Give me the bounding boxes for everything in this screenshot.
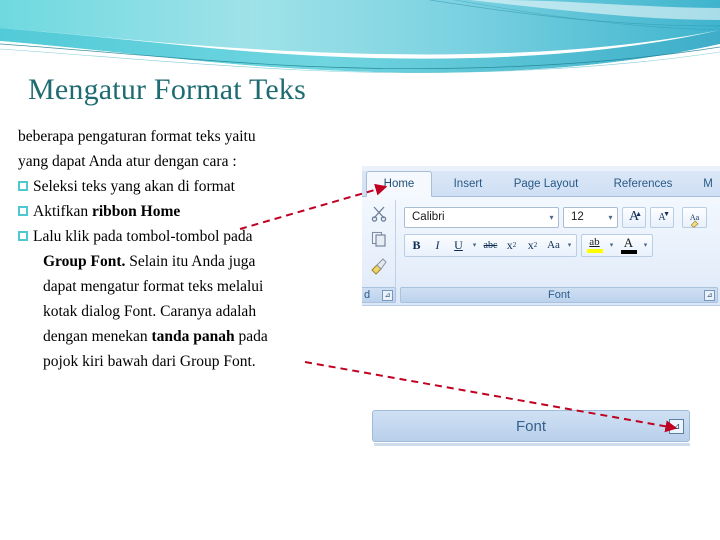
- shrink-font-button[interactable]: A ▼: [650, 206, 674, 228]
- change-case-dropdown-icon[interactable]: ▾: [564, 235, 575, 256]
- chevron-down-icon[interactable]: ▾: [604, 213, 617, 222]
- bullet-square-icon: [18, 231, 28, 241]
- font-group-row-1: Calibri ▾ 12 ▾ A ▲ A ▼ Aa: [404, 205, 707, 229]
- slide-title: Mengatur Format Teks: [28, 73, 306, 106]
- tab-page-layout[interactable]: Page Layout: [502, 171, 590, 197]
- down-caret-icon: ▼: [663, 209, 670, 218]
- tab-mailings[interactable]: M: [696, 171, 720, 197]
- tab-home[interactable]: Home: [366, 171, 432, 197]
- bullet-2-label: Aktifkan ribbon Home: [33, 199, 366, 224]
- italic-button[interactable]: I: [427, 235, 448, 256]
- callout-shadow: [374, 443, 690, 446]
- slide: Mengatur Format Teks beberapa pengaturan…: [0, 0, 720, 540]
- group-caption-row: d ⊿ Font ⊿: [362, 286, 720, 303]
- subscript-index: 2: [512, 241, 517, 249]
- grow-font-button[interactable]: A ▲: [622, 206, 646, 228]
- cont-4-before: dengan menekan: [43, 328, 152, 345]
- bullet-2-bold: ribbon Home: [91, 203, 181, 220]
- font-style-button-box: B I U ▾ abc x2 x2 Aa ▾: [404, 233, 577, 257]
- font-dialog-launcher-icon[interactable]: ⊿: [704, 290, 715, 301]
- clipboard-dialog-launcher-icon[interactable]: ⊿: [382, 290, 393, 301]
- underline-button[interactable]: U: [448, 235, 469, 256]
- cont-4-rest: pada: [234, 328, 268, 345]
- up-caret-icon: ▲: [635, 209, 642, 218]
- paintbrush-icon[interactable]: [370, 257, 388, 275]
- group-font-bold: Group Font.: [43, 253, 126, 270]
- font-color-swatch: [620, 249, 637, 254]
- superscript-index: 2: [533, 241, 538, 249]
- bullet-3-label: Lalu klik pada tombol-tombol pada: [33, 228, 253, 245]
- bullet-3-cont-line-5: pojok kiri bawah dari Group Font.: [43, 353, 256, 370]
- font-group-row-2: B I U ▾ abc x2 x2 Aa ▾ ab ▾ A ▾: [404, 233, 653, 257]
- clipboard-group-caption: d ⊿: [362, 287, 396, 303]
- font-group-label: Font: [547, 289, 570, 301]
- bullet-item-3: Lalu klik pada tombol-tombol pada: [18, 224, 366, 249]
- font-group-caption: Font ⊿: [400, 287, 718, 303]
- strikethrough-button[interactable]: abc: [480, 235, 501, 256]
- font-color-button[interactable]: A: [617, 235, 640, 256]
- ribbon-body: Calibri ▾ 12 ▾ A ▲ A ▼ Aa B I U ▾ abc x …: [362, 197, 720, 306]
- font-group-caption-magnified: Font ⊿: [372, 410, 690, 442]
- bullet-3-cont-line-3: kotak dialog Font. Caranya adalah: [43, 303, 257, 320]
- chevron-down-icon[interactable]: ▾: [545, 213, 558, 222]
- copy-icon[interactable]: [370, 230, 388, 248]
- bullet-square-icon: [18, 181, 28, 191]
- subscript-button[interactable]: x2: [501, 235, 522, 256]
- slide-body: beberapa pengaturan format teks yaitu ya…: [18, 124, 366, 374]
- font-name-value: Calibri: [412, 211, 445, 223]
- clear-formatting-button[interactable]: Aa: [682, 206, 707, 228]
- bullet-square-icon: [18, 206, 28, 216]
- bullet-2-text-before: Aktifkan: [33, 203, 92, 220]
- bullet-1-label: Seleksi teks yang akan di format: [33, 178, 235, 195]
- font-name-combo[interactable]: Calibri ▾: [404, 206, 559, 228]
- theme-swoosh-decoration: [0, 0, 720, 78]
- tanda-panah-bold: tanda panah: [151, 328, 235, 345]
- tab-insert[interactable]: Insert: [440, 171, 496, 197]
- ribbon-tab-strip: Home Insert Page Layout References M: [362, 171, 720, 197]
- highlight-dropdown-icon[interactable]: ▾: [606, 235, 617, 256]
- intro-line-1: beberapa pengaturan format teks yaitu: [18, 128, 256, 145]
- bullet-3-cont-line-2: dapat mengatur format teks melalui: [43, 278, 264, 295]
- bold-button[interactable]: B: [406, 235, 427, 256]
- bullet-item-1: Seleksi teks yang akan di format: [18, 174, 366, 199]
- bullet-item-2: Aktifkan ribbon Home: [18, 199, 366, 224]
- highlight-color-swatch: [586, 249, 603, 253]
- tab-references[interactable]: References: [598, 171, 688, 197]
- cont-1-rest: Selain itu Anda juga: [125, 253, 256, 270]
- bullet-3-cont-line-4: dengan menekan tanda panah pada: [18, 324, 366, 349]
- change-case-button[interactable]: Aa: [543, 235, 564, 256]
- font-color-button-box: ab ▾ A ▾: [581, 233, 653, 257]
- callout-dialog-launcher-icon[interactable]: ⊿: [669, 419, 684, 434]
- group-divider: [395, 200, 396, 296]
- scissors-icon[interactable]: [370, 204, 388, 222]
- superscript-button[interactable]: x2: [522, 235, 543, 256]
- bullet-3-cont-line-1: Group Font. Selain itu Anda juga: [18, 249, 366, 274]
- highlight-label: ab: [589, 236, 600, 248]
- callout-font-label: Font: [515, 417, 546, 435]
- text-highlight-button[interactable]: ab: [583, 235, 606, 256]
- font-color-dropdown-icon[interactable]: ▾: [640, 235, 651, 256]
- font-size-value: 12: [571, 211, 584, 223]
- clipboard-group-label: d: [363, 289, 371, 301]
- underline-dropdown-icon[interactable]: ▾: [469, 235, 480, 256]
- font-color-label: A: [623, 234, 634, 250]
- font-size-combo[interactable]: 12 ▾: [563, 206, 618, 228]
- intro-line-2: yang dapat Anda atur dengan cara :: [18, 153, 237, 170]
- word-ribbon-screenshot: Home Insert Page Layout References M Cal…: [362, 166, 720, 306]
